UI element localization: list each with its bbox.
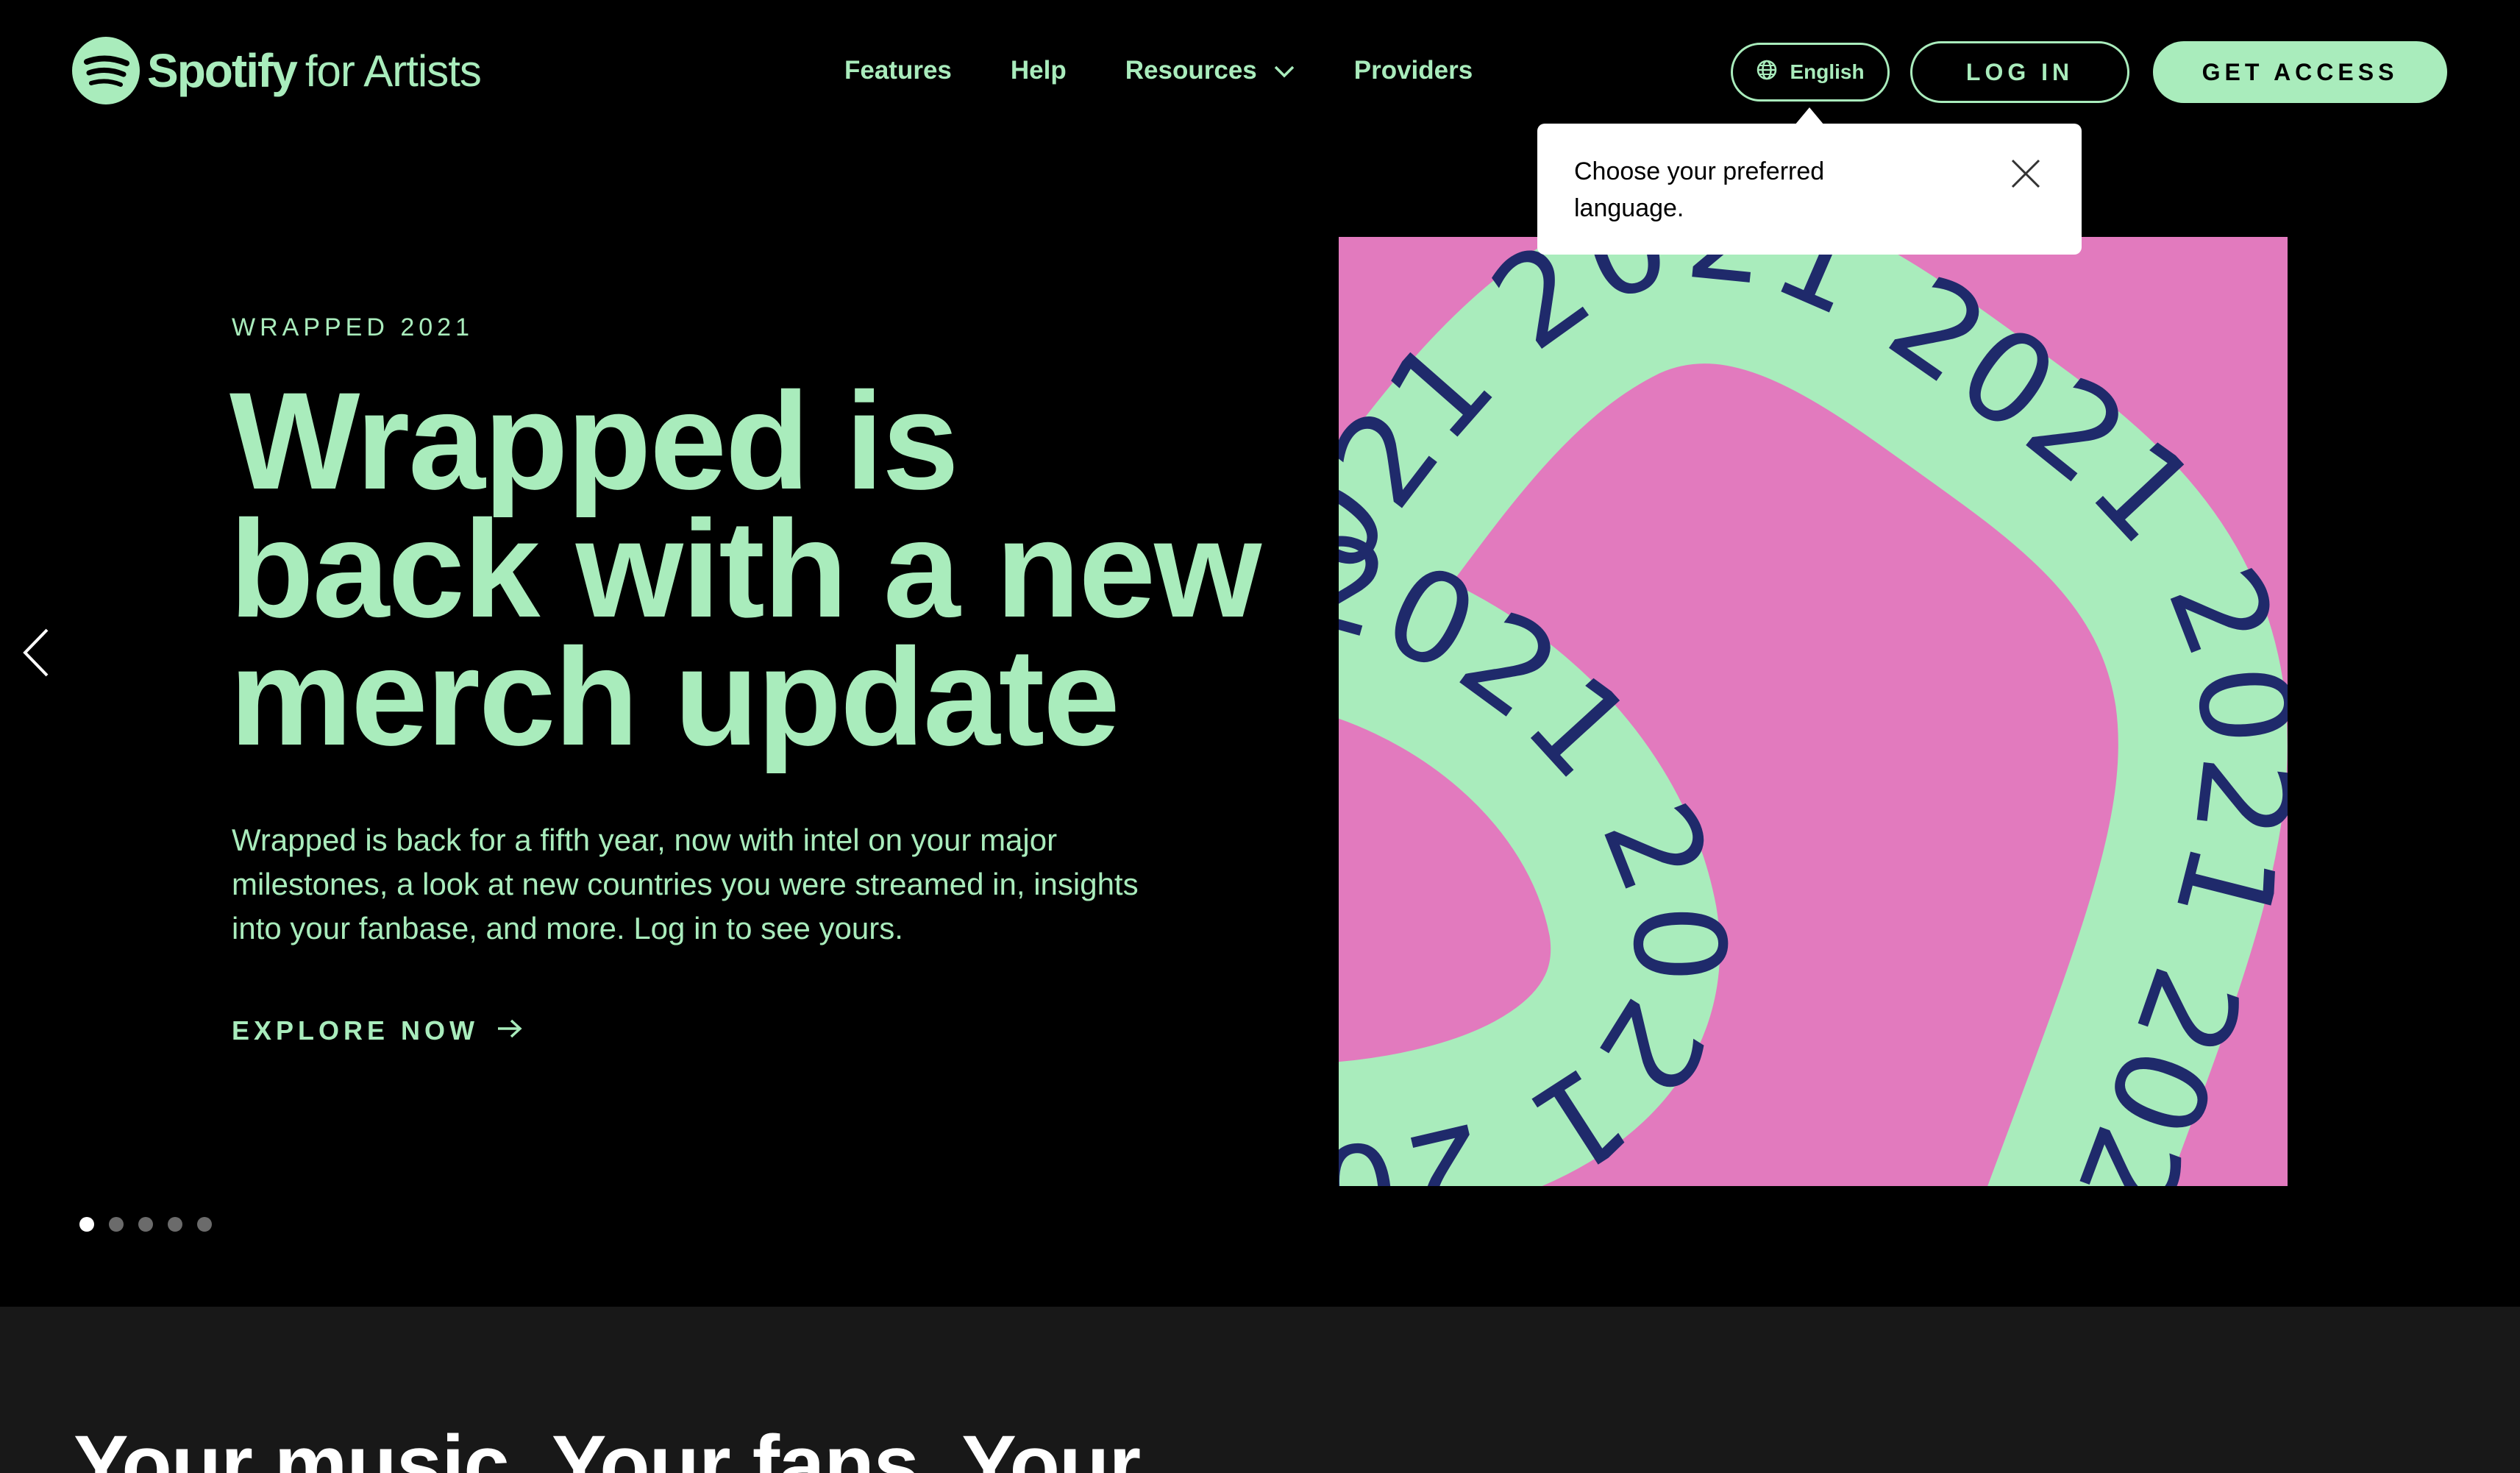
get-access-button[interactable]: GET ACCESS: [2153, 41, 2447, 103]
explore-now-label: EXPLORE NOW: [232, 1015, 480, 1046]
nav-providers-label: Providers: [1353, 56, 1473, 85]
login-button[interactable]: LOG IN: [1910, 41, 2129, 103]
site-header: Spotify for Artists Features Help Resour…: [0, 0, 2520, 144]
nav-resources-label: Resources: [1125, 56, 1257, 85]
get-access-button-label: GET ACCESS: [2202, 58, 2399, 85]
nav-resources[interactable]: Resources: [1125, 56, 1295, 85]
language-button-label: English: [1790, 60, 1865, 83]
nav-help-label: Help: [1010, 56, 1067, 85]
carousel-dots: [79, 1217, 227, 1232]
carousel-prev-button[interactable]: [19, 627, 51, 678]
section-heading: Your music. Your fans. Your: [74, 1419, 1141, 1473]
tooltip-pointer: [1795, 107, 1824, 125]
nav-features[interactable]: Features: [844, 56, 952, 85]
hero-body: Wrapped is back for a fifth year, now wi…: [232, 823, 1139, 945]
intro-section: Your music. Your fans. Your: [0, 1307, 2520, 1473]
carousel-dot-1[interactable]: [79, 1217, 94, 1232]
explore-now-link[interactable]: EXPLORE NOW: [232, 1015, 523, 1046]
chevron-left-icon: [23, 628, 49, 677]
globe-icon: [1756, 59, 1778, 86]
nav-help[interactable]: Help: [1011, 56, 1067, 85]
nav-providers[interactable]: Providers: [1354, 56, 1473, 85]
spotify-logo-icon: [72, 37, 140, 104]
hero-title: Wrapped is back with a new merch update: [229, 363, 1261, 774]
wrapped-2021-artwork: 2021 2021 2021 2021 2021 2021 2021 2021 …: [1339, 237, 2288, 1186]
login-button-label: LOG IN: [1965, 58, 2074, 85]
logo-brand-text: Spotify: [147, 44, 298, 97]
language-tooltip: Choose your preferred language.: [1537, 124, 2082, 255]
hero-eyebrow: WRAPPED 2021: [232, 313, 474, 341]
arrow-right-icon: [496, 1015, 523, 1046]
carousel-dot-2[interactable]: [109, 1217, 124, 1232]
carousel-dot-3[interactable]: [138, 1217, 153, 1232]
carousel-dot-5[interactable]: [197, 1217, 212, 1232]
close-icon[interactable]: [2010, 157, 2042, 190]
page: Spotify for Artists Features Help Resour…: [0, 0, 2520, 1473]
main-nav: Features Help Resources Providers: [844, 50, 1531, 91]
hero-artwork: 2021 2021 2021 2021 2021 2021 2021 2021 …: [1339, 237, 2288, 1186]
logo-suffix-text: for Artists: [305, 46, 482, 96]
chevron-down-icon: [1273, 56, 1295, 85]
spotify-for-artists-logo[interactable]: Spotify for Artists: [72, 35, 482, 106]
carousel-dot-4[interactable]: [168, 1217, 182, 1232]
language-button[interactable]: English: [1731, 43, 1890, 102]
tooltip-text: Choose your preferred language.: [1574, 157, 1825, 222]
nav-features-label: Features: [844, 56, 952, 85]
